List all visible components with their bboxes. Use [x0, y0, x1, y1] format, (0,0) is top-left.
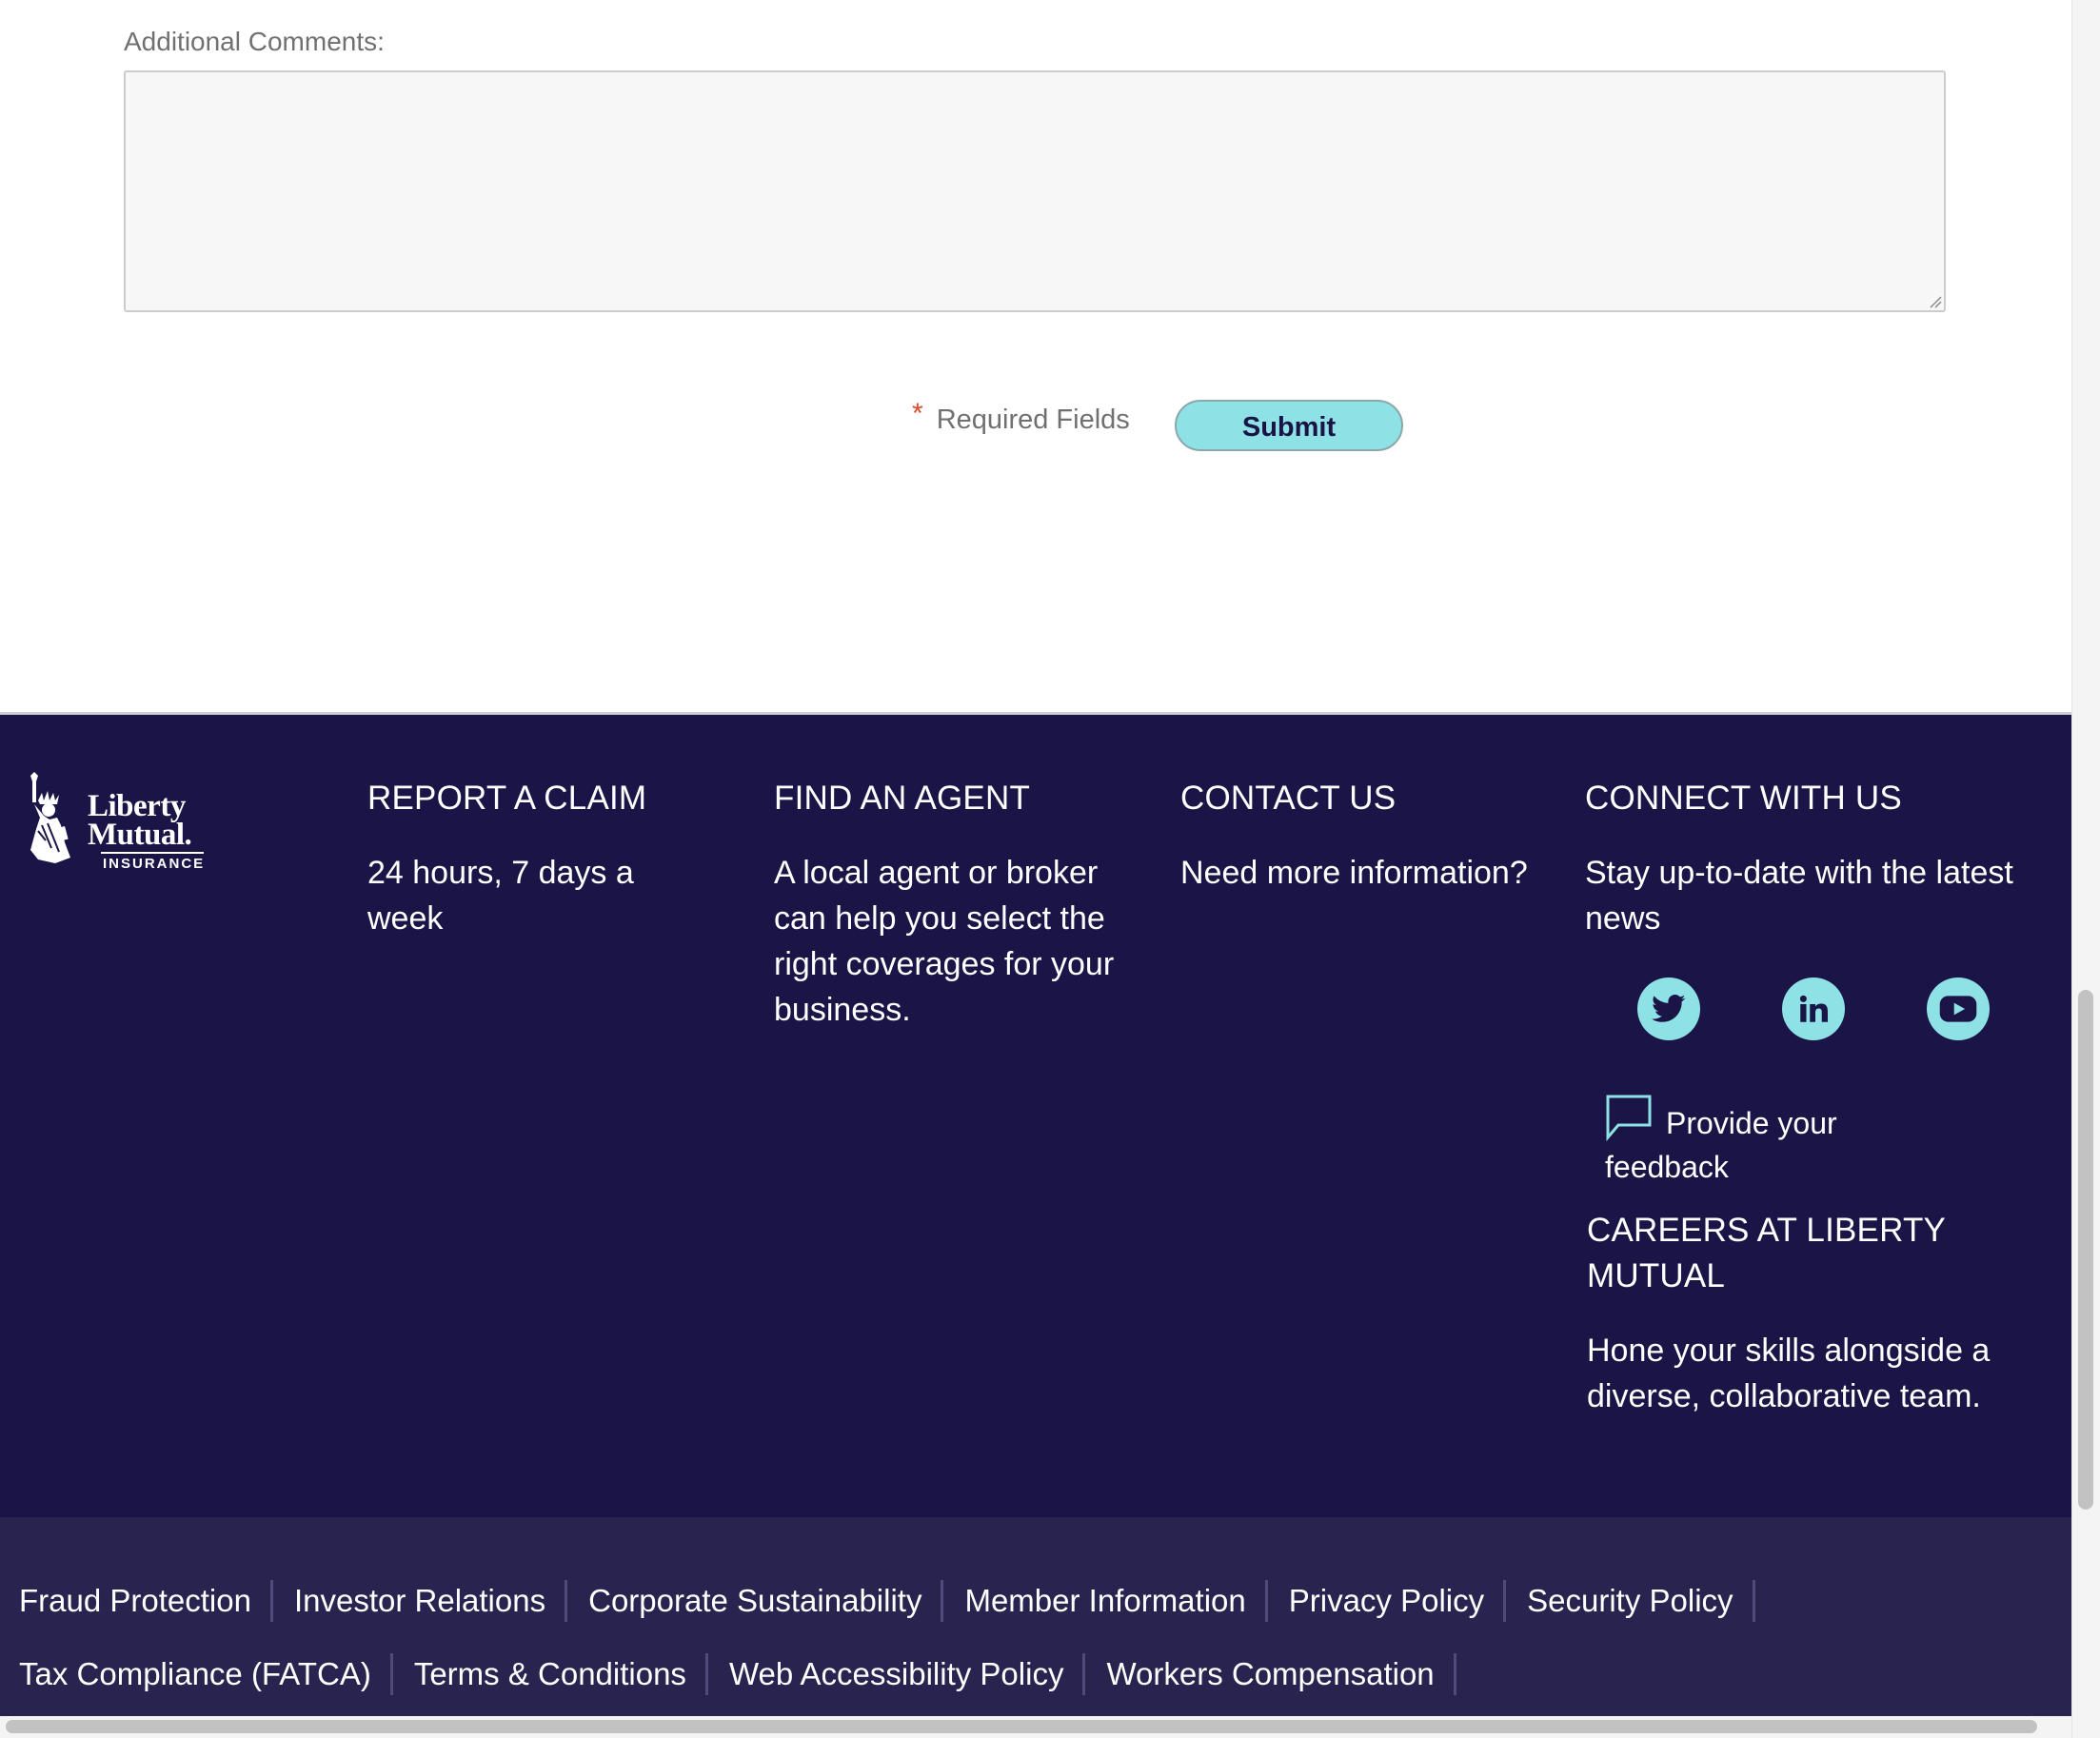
comments-label: Additional Comments:: [124, 27, 385, 56]
legal-link-fraud-protection[interactable]: Fraud Protection: [19, 1580, 273, 1622]
report-claim-text: 24 hours, 7 days a week: [367, 855, 634, 937]
vertical-scrollbar-thumb[interactable]: [2078, 990, 2093, 1510]
find-agent-text: A local agent or broker can help you sel…: [774, 855, 1115, 1028]
contact-us-text: Need more information?: [1180, 855, 1528, 891]
linkedin-icon: [1799, 995, 1828, 1022]
legal-link-terms-conditions[interactable]: Terms & Conditions: [414, 1653, 708, 1695]
submit-button[interactable]: Submit: [1175, 400, 1403, 451]
legal-link-workers-compensation[interactable]: Workers Compensation: [1106, 1653, 1456, 1695]
legal-links-row-1: Fraud Protection Investor Relations Corp…: [19, 1578, 1776, 1624]
statue-of-liberty-icon: [30, 772, 70, 863]
form-area: Additional Comments: * Required Fields Su…: [0, 0, 2071, 712]
legal-link-member-information[interactable]: Member Information: [964, 1580, 1268, 1622]
twitter-link[interactable]: [1637, 978, 1700, 1040]
logo-text-mutual: Mutual.: [88, 818, 192, 852]
provide-feedback-link[interactable]: Provide your feedback: [1605, 1094, 1891, 1189]
footer-column-connect: CONNECT WITH US Stay up-to-date with the…: [1585, 776, 2042, 941]
logo-divider: [101, 852, 204, 854]
footer-column-careers: CAREERS AT LIBERTY MUTUAL Hone your skil…: [1587, 1208, 2044, 1419]
legal-link-security-policy[interactable]: Security Policy: [1527, 1580, 1755, 1622]
connect-text: Stay up-to-date with the latest news: [1585, 855, 2013, 937]
legal-link-privacy-policy[interactable]: Privacy Policy: [1289, 1580, 1507, 1622]
social-links: [1637, 978, 2018, 1044]
footer-column-contact-us: CONTACT US Need more information?: [1180, 776, 1561, 896]
legal-link-web-accessibility[interactable]: Web Accessibility Policy: [729, 1653, 1086, 1695]
required-asterisk: *: [912, 398, 923, 429]
find-agent-heading[interactable]: FIND AN AGENT: [774, 776, 1136, 821]
required-fields-note: * Required Fields: [912, 398, 1130, 436]
legal-links-bar: Fraud Protection Investor Relations Corp…: [0, 1517, 2071, 1716]
youtube-icon: [1939, 996, 1977, 1022]
page: Additional Comments: * Required Fields Su…: [0, 0, 2100, 1738]
legal-link-corporate-sustainability[interactable]: Corporate Sustainability: [588, 1580, 944, 1622]
site-footer: Liberty Mutual. INSURANCE REPORT A CLAIM…: [0, 712, 2071, 1716]
logo-text-insurance: INSURANCE: [103, 856, 206, 872]
liberty-mutual-logo[interactable]: Liberty Mutual. INSURANCE: [17, 772, 208, 872]
connect-heading: CONNECT WITH US: [1585, 780, 1902, 817]
report-claim-heading[interactable]: REPORT A CLAIM: [367, 776, 691, 821]
required-fields-text: Required Fields: [936, 405, 1130, 435]
legal-links-row-2: Tax Compliance (FATCA) Terms & Condition…: [19, 1651, 1477, 1697]
careers-heading[interactable]: CAREERS AT LIBERTY MUTUAL: [1587, 1208, 2044, 1299]
resize-grip-icon[interactable]: [1929, 295, 1942, 308]
additional-comments-textarea[interactable]: [124, 70, 1946, 312]
footer-column-report-claim: REPORT A CLAIM 24 hours, 7 days a week: [367, 776, 691, 941]
legal-link-tax-compliance[interactable]: Tax Compliance (FATCA): [19, 1653, 393, 1695]
linkedin-link[interactable]: [1782, 978, 1845, 1040]
contact-us-heading[interactable]: CONTACT US: [1180, 776, 1561, 821]
twitter-icon: [1652, 995, 1686, 1022]
speech-bubble-icon: [1606, 1095, 1652, 1141]
youtube-link[interactable]: [1927, 978, 1990, 1040]
horizontal-scrollbar-thumb[interactable]: [6, 1720, 2037, 1733]
legal-link-investor-relations[interactable]: Investor Relations: [294, 1580, 568, 1622]
footer-column-find-agent: FIND AN AGENT A local agent or broker ca…: [774, 776, 1136, 1033]
careers-text: Hone your skills alongside a diverse, co…: [1587, 1333, 1991, 1414]
